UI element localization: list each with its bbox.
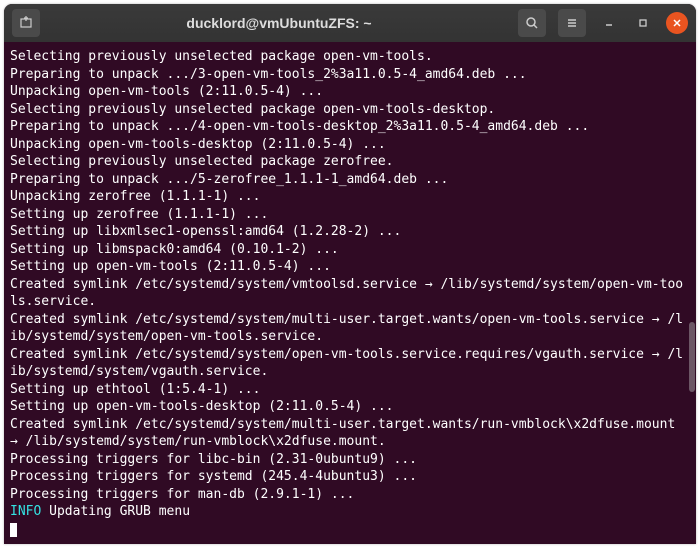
menu-button[interactable] <box>558 9 586 37</box>
cursor-icon <box>10 523 17 537</box>
terminal-line: Unpacking zerofree (1.1.1-1) ... <box>10 188 690 206</box>
terminal-line: Created symlink /etc/systemd/system/vmto… <box>10 276 690 311</box>
terminal-line: Setting up ethtool (1:5.4-1) ... <box>10 381 690 399</box>
minimize-button[interactable] <box>598 12 620 34</box>
terminal-window: ducklord@vmUbuntuZFS: ~ Selecting previo… <box>4 4 696 544</box>
terminal-line: Setting up libmspack0:amd64 (0.10.1-2) .… <box>10 241 690 259</box>
scrollbar-thumb[interactable] <box>689 322 695 392</box>
terminal-line: Selecting previously unselected package … <box>10 153 690 171</box>
info-text: Updating GRUB menu <box>41 504 190 519</box>
terminal-line-info: INFO Updating GRUB menu <box>10 503 690 521</box>
terminal-line: Unpacking open-vm-tools-desktop (2:11.0.… <box>10 136 690 154</box>
terminal-line: Processing triggers for libc-bin (2.31-0… <box>10 451 690 469</box>
terminal-line: Unpacking open-vm-tools (2:11.0.5-4) ... <box>10 83 690 101</box>
terminal-line: Setting up open-vm-tools (2:11.0.5-4) ..… <box>10 258 690 276</box>
terminal-line: Preparing to unpack .../4-open-vm-tools-… <box>10 118 690 136</box>
terminal-line: Preparing to unpack .../3-open-vm-tools_… <box>10 66 690 84</box>
terminal-line: Setting up libxmlsec1-openssl:amd64 (1.2… <box>10 223 690 241</box>
terminal-line: Created symlink /etc/systemd/system/mult… <box>10 416 690 451</box>
terminal-line: Selecting previously unselected package … <box>10 101 690 119</box>
info-tag: INFO <box>10 504 41 519</box>
window-title: ducklord@vmUbuntuZFS: ~ <box>46 15 512 31</box>
close-button[interactable] <box>666 12 688 34</box>
terminal-line: Created symlink /etc/systemd/system/mult… <box>10 311 690 346</box>
terminal-line: Setting up open-vm-tools-desktop (2:11.0… <box>10 398 690 416</box>
terminal-line: Preparing to unpack .../5-zerofree_1.1.1… <box>10 171 690 189</box>
titlebar: ducklord@vmUbuntuZFS: ~ <box>4 4 696 42</box>
terminal-line: Processing triggers for systemd (245.4-4… <box>10 468 690 486</box>
new-tab-button[interactable] <box>12 9 40 37</box>
terminal-line: Setting up zerofree (1.1.1-1) ... <box>10 206 690 224</box>
maximize-button[interactable] <box>632 12 654 34</box>
terminal-line: Created symlink /etc/systemd/system/open… <box>10 346 690 381</box>
terminal-cursor-line <box>10 521 690 539</box>
terminal-body[interactable]: Selecting previously unselected package … <box>4 42 696 544</box>
search-button[interactable] <box>518 9 546 37</box>
terminal-line: Processing triggers for man-db (2.9.1-1)… <box>10 486 690 504</box>
terminal-line: Selecting previously unselected package … <box>10 48 690 66</box>
